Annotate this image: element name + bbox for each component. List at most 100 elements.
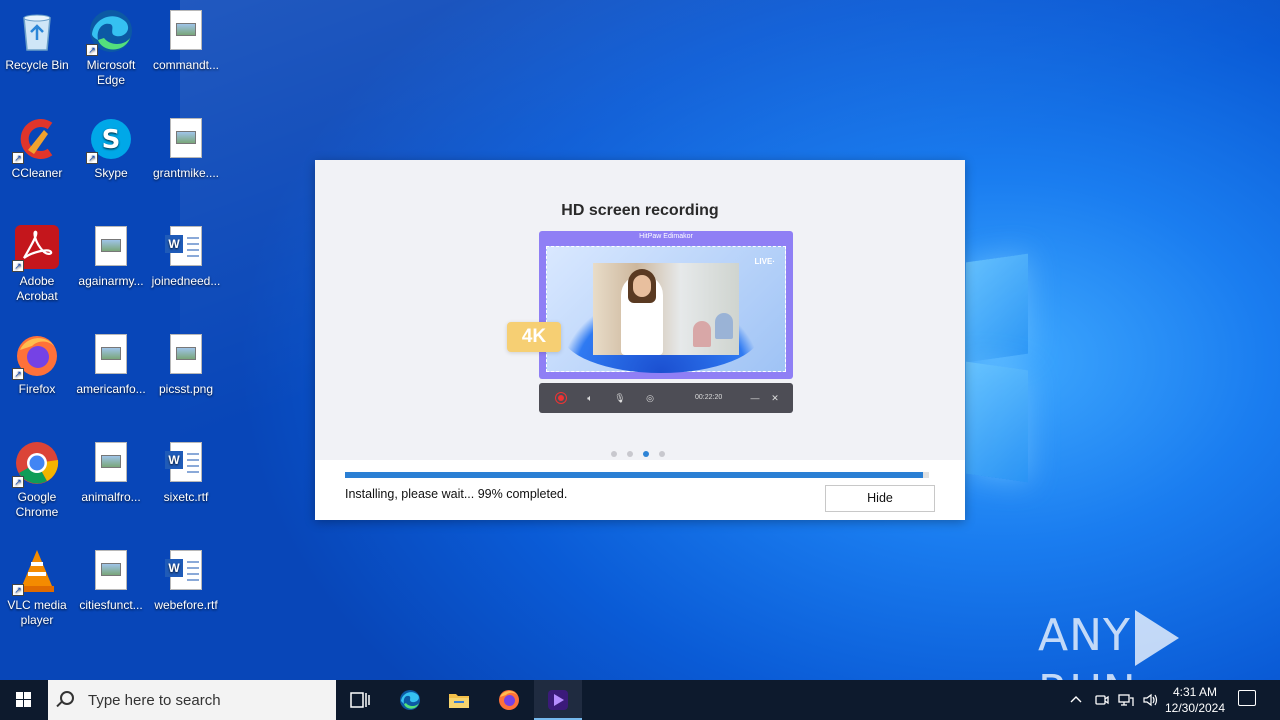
desktop-icon-adobe-acrobat[interactable]: ↗ Adobe Acrobat (0, 216, 74, 304)
shortcut-arrow-icon: ↗ (12, 260, 24, 272)
shortcut-arrow-icon: ↗ (12, 152, 24, 164)
minimize-icon: — (750, 393, 760, 403)
desktop-icon-google-chrome[interactable]: ↗ Google Chrome (0, 432, 74, 520)
4k-badge: 4K (507, 322, 561, 352)
desktop-icon-label: webefore.rtf (154, 598, 218, 612)
skype-icon: S ↗ (86, 116, 134, 164)
edge-icon: ↗ (86, 8, 134, 56)
task-view-button[interactable] (336, 680, 384, 720)
desktop-icon-file[interactable]: commandt... (149, 0, 223, 73)
chrome-icon: ↗ (12, 440, 60, 488)
vlc-icon: ↗ (12, 548, 60, 596)
desktop-icon-label: sixetc.rtf (163, 490, 209, 504)
shortcut-arrow-icon: ↗ (12, 368, 24, 380)
desktop-icon-file[interactable]: picsst.png (149, 324, 223, 397)
image-file-icon (170, 10, 202, 50)
adobe-acrobat-icon: ↗ (12, 224, 60, 272)
desktop-icon-label: Firefox (18, 382, 56, 396)
install-progress-bar (345, 472, 929, 478)
desktop-icon-recycle-bin[interactable]: Recycle Bin (0, 0, 74, 73)
record-icon (555, 392, 567, 404)
desktop-icon-file[interactable]: againarmy... (74, 216, 148, 289)
desktop-icon-skype[interactable]: S ↗ Skype (74, 108, 148, 181)
desktop-icon-firefox[interactable]: ↗ Firefox (0, 324, 74, 397)
desktop: Recycle Bin ↗ CCleaner ↗ Adobe Acrobat ↗… (0, 0, 1280, 680)
taskbar-firefox[interactable] (485, 680, 533, 720)
network-icon (1118, 694, 1134, 706)
clock-time: 4:31 AM (1172, 685, 1218, 699)
meet-now-icon (1095, 695, 1109, 705)
image-file-icon (170, 118, 202, 158)
carousel-dots (611, 444, 675, 457)
preview-app-name: HitPaw Edimakor (639, 233, 693, 240)
image-file-icon (95, 334, 127, 374)
taskbar-search-box[interactable]: Type here to search (48, 680, 336, 720)
image-file-icon (95, 226, 127, 266)
desktop-icon-label: Google Chrome (15, 490, 59, 519)
chevron-up-icon (1070, 696, 1082, 703)
desktop-icon-file[interactable]: W sixetc.rtf (149, 432, 223, 505)
desktop-icon-label: Skype (94, 166, 128, 180)
desktop-icon-file[interactable]: americanfo... (74, 324, 148, 397)
recycle-bin-icon (14, 8, 60, 54)
recording-timer: 00:22:20 (695, 394, 723, 401)
taskbar: Type here to search 4:31 AM 12/30/2024 (0, 680, 1280, 720)
clock-date: 12/30/2024 (1164, 701, 1226, 715)
image-file-icon (170, 334, 202, 374)
firefox-icon: ↗ (12, 332, 60, 380)
desktop-icon-vlc[interactable]: ↗ VLC media player (0, 540, 74, 628)
taskbar-edge[interactable] (386, 680, 434, 720)
watermark-right: RUN (1038, 666, 1137, 680)
feature-carousel: HD screen recording HitPaw Edimakor LIVE… (315, 160, 965, 460)
desktop-icon-label: againarmy... (78, 274, 144, 288)
search-placeholder: Type here to search (88, 692, 221, 709)
desktop-icon-file[interactable]: citiesfunct... (74, 540, 148, 613)
install-progress-fill (345, 472, 924, 478)
preview-screen: LIVE· (546, 246, 786, 373)
close-icon: ✕ (771, 393, 779, 403)
desktop-icon-label: joinedneed... (151, 274, 221, 288)
taskbar-clock[interactable]: 4:31 AM 12/30/2024 (1160, 684, 1230, 716)
live-label: LIVE· (754, 257, 775, 266)
carousel-dot[interactable] (611, 451, 617, 457)
shortcut-arrow-icon: ↗ (86, 44, 98, 56)
edge-icon (400, 690, 420, 710)
desktop-icon-microsoft-edge[interactable]: ↗ Microsoft Edge (74, 0, 148, 88)
tray-network[interactable] (1118, 680, 1136, 720)
tray-volume[interactable] (1142, 680, 1160, 720)
recording-toolbar: 🔈︎ 🎙︎ ◎ 00:22:20 — ✕ (539, 383, 793, 413)
taskbar-hitpaw[interactable] (534, 680, 582, 720)
taskbar-file-explorer[interactable] (435, 680, 483, 720)
installer-dialog: HD screen recording HitPaw Edimakor LIVE… (315, 160, 965, 520)
hitpaw-icon (548, 690, 568, 710)
tray-meet-now[interactable] (1094, 680, 1112, 720)
image-file-icon (95, 550, 127, 590)
desktop-icon-ccleaner[interactable]: ↗ CCleaner (0, 108, 74, 181)
windows-wallpaper-logo (966, 240, 1030, 483)
desktop-icon-file[interactable]: W joinedneed... (149, 216, 223, 289)
desktop-icon-file[interactable]: W webefore.rtf (149, 540, 223, 613)
desktop-icon-label: animalfro... (81, 490, 141, 504)
play-logo-icon (1134, 610, 1179, 666)
image-file-icon (95, 442, 127, 482)
speaker-icon (1143, 693, 1158, 707)
hide-button[interactable]: Hide (825, 485, 935, 512)
preview-photo (593, 263, 739, 355)
carousel-dot[interactable] (627, 451, 633, 457)
desktop-icon-label: Recycle Bin (5, 58, 69, 72)
desktop-icon-label: Microsoft Edge (86, 58, 136, 87)
notification-icon[interactable] (1238, 690, 1256, 706)
start-button[interactable] (0, 680, 48, 720)
word-document-icon: W (165, 550, 202, 590)
carousel-dot-active[interactable] (643, 451, 649, 457)
ccleaner-icon: ↗ (12, 116, 60, 164)
desktop-icon-file[interactable]: animalfro... (74, 432, 148, 505)
shortcut-arrow-icon: ↗ (12, 584, 24, 596)
slide-title: HD screen recording (561, 202, 719, 219)
desktop-icon-label: Adobe Acrobat (16, 274, 58, 303)
carousel-dot[interactable] (659, 451, 665, 457)
search-icon (60, 691, 74, 705)
show-hidden-icons[interactable] (1070, 680, 1088, 720)
svg-text:S: S (102, 125, 121, 155)
desktop-icon-file[interactable]: grantmike.... (149, 108, 223, 181)
